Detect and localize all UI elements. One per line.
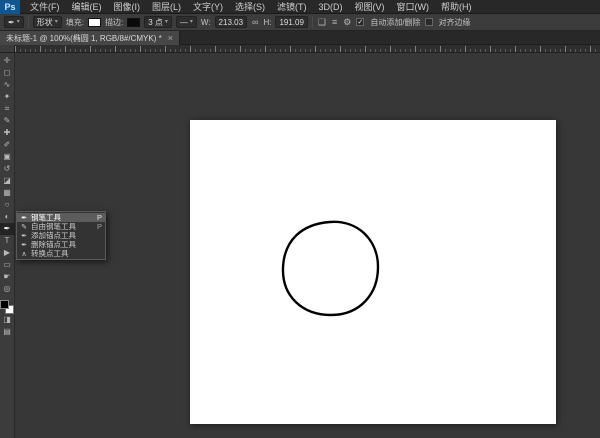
- chevron-down-icon: ▾: [54, 18, 58, 25]
- chevron-down-icon: ▾: [164, 18, 168, 25]
- stroke-swatch[interactable]: [127, 17, 141, 27]
- width-label: W:: [200, 17, 211, 27]
- chevron-down-icon: ▾: [189, 18, 193, 25]
- foreground-color-swatch[interactable]: [0, 300, 9, 309]
- freeform-pen-tool-icon: ✎: [21, 223, 27, 231]
- height-value: 191.09: [279, 17, 304, 27]
- tool-mode-value: 形状: [36, 17, 53, 27]
- eyedropper-tool[interactable]: ✎: [0, 115, 15, 127]
- photoshop-logo: Ps: [0, 0, 20, 14]
- clone-stamp-tool[interactable]: ▣: [0, 151, 15, 163]
- close-icon[interactable]: ×: [168, 34, 173, 43]
- delete-anchor-tool-icon: ✒: [21, 241, 27, 249]
- menu-filter[interactable]: 滤镜(T): [271, 0, 313, 14]
- tools-panel: ✛ ◻ ∿ ✦ ⌗ ✎ ✚ ✐ ▣ ↺ ◪ ▦ ○ ◐ ✒ T ▶ ▭ ☛ ◎ …: [0, 53, 15, 438]
- crop-tool[interactable]: ⌗: [0, 103, 15, 115]
- spot-healing-brush-tool[interactable]: ✚: [0, 127, 15, 139]
- menu-image[interactable]: 图像(I): [108, 0, 147, 14]
- pen-tool-icon: ✒: [21, 214, 27, 222]
- fill-swatch[interactable]: [87, 17, 101, 27]
- menu-help[interactable]: 帮助(H): [435, 0, 478, 14]
- pen-tool-icon: ✒: [8, 17, 15, 27]
- ruler-corner: [0, 45, 15, 53]
- menu-type[interactable]: 文字(Y): [187, 0, 229, 14]
- stroke-style-line-icon: —: [179, 17, 188, 27]
- document-tab-title: 未标题-1 @ 100%(椭圆 1, RGB/8#/CMYK) *: [6, 33, 162, 43]
- add-anchor-tool-icon: ✒: [21, 232, 27, 240]
- align-edges-label: 对齐边缘: [438, 17, 471, 27]
- menu-3d[interactable]: 3D(D): [313, 0, 349, 14]
- flyout-item-convert-point-tool[interactable]: ∧ 转换点工具: [17, 249, 105, 258]
- eraser-tool[interactable]: ◪: [0, 175, 15, 187]
- ellipse-shape: [281, 220, 380, 317]
- tool-preset-dropdown[interactable]: ✒ ▾: [4, 16, 24, 28]
- flyout-item-label: 转换点工具: [31, 249, 69, 258]
- gradient-tool[interactable]: ▦: [0, 187, 15, 199]
- stroke-width-field[interactable]: 3 点 ▾: [144, 16, 172, 28]
- stroke-width-value: 3 点: [148, 17, 163, 27]
- path-alignment-icon[interactable]: ≡: [331, 17, 338, 27]
- screen-mode-button[interactable]: ▤: [0, 326, 15, 338]
- separator: [27, 16, 29, 28]
- align-edges-checkbox[interactable]: [424, 18, 433, 26]
- menu-file[interactable]: 文件(F): [24, 0, 66, 14]
- menu-bar: Ps 文件(F) 编辑(E) 图像(I) 图层(L) 文字(Y) 选择(S) 滤…: [0, 0, 600, 14]
- quick-selection-tool[interactable]: ✦: [0, 91, 15, 103]
- menu-layer[interactable]: 图层(L): [146, 0, 187, 14]
- zoom-tool[interactable]: ◎: [0, 283, 15, 295]
- type-tool[interactable]: T: [0, 235, 15, 247]
- document-canvas[interactable]: [190, 120, 556, 424]
- auto-add-delete-checkbox[interactable]: ✓: [356, 18, 365, 26]
- history-brush-tool[interactable]: ↺: [0, 163, 15, 175]
- flyout-item-shortcut: P: [96, 213, 102, 222]
- move-tool[interactable]: ✛: [0, 55, 15, 67]
- dodge-tool[interactable]: ◐: [0, 211, 15, 223]
- quick-mask-button[interactable]: ◨: [0, 314, 15, 326]
- rectangle-tool[interactable]: ▭: [0, 259, 15, 271]
- chevron-down-icon: ▾: [16, 18, 20, 25]
- document-tab[interactable]: 未标题-1 @ 100%(椭圆 1, RGB/8#/CMYK) * ×: [0, 31, 180, 45]
- menu-view[interactable]: 视图(V): [349, 0, 391, 14]
- blur-tool[interactable]: ○: [0, 199, 15, 211]
- path-operations-icon[interactable]: ❏: [317, 17, 327, 28]
- lasso-tool[interactable]: ∿: [0, 79, 15, 91]
- document-tab-bar: 未标题-1 @ 100%(椭圆 1, RGB/8#/CMYK) * ×: [0, 31, 600, 45]
- separator: [311, 16, 313, 28]
- link-dimensions-icon[interactable]: ∞: [251, 17, 259, 27]
- height-field[interactable]: 191.09: [275, 16, 308, 28]
- pen-tool-flyout-menu: ✒ 钢笔工具 P ✎ 自由钢笔工具 P ✒ 添加锚点工具 ✒ 删除锚点工具 ∧ …: [16, 211, 106, 260]
- menu-select[interactable]: 选择(S): [229, 0, 271, 14]
- color-swatches: [0, 300, 14, 314]
- menu-edit[interactable]: 编辑(E): [66, 0, 108, 14]
- horizontal-ruler[interactable]: [15, 45, 600, 53]
- hand-tool[interactable]: ☛: [0, 271, 15, 283]
- width-field[interactable]: 213.03: [214, 16, 248, 28]
- width-value: 213.03: [218, 17, 244, 27]
- path-selection-tool[interactable]: ▶: [0, 247, 15, 259]
- convert-point-tool-icon: ∧: [21, 250, 27, 258]
- tool-options-bar: ✒ ▾ 形状 ▾ 填充: 描边: 3 点 ▾ — ▾ W: 213.03 ∞ H…: [0, 14, 600, 31]
- stroke-style-dropdown[interactable]: — ▾: [175, 16, 197, 28]
- tool-mode-select[interactable]: 形状 ▾: [32, 16, 62, 28]
- fill-label: 填充:: [65, 17, 84, 27]
- rectangular-marquee-tool[interactable]: ◻: [0, 67, 15, 79]
- ruler-major-ticks: [15, 46, 600, 52]
- brush-tool[interactable]: ✐: [0, 139, 15, 151]
- auto-add-delete-label: 自动添加/删除: [370, 17, 421, 27]
- height-label: H:: [263, 17, 272, 27]
- pen-tool[interactable]: ✒: [0, 223, 15, 235]
- menu-window[interactable]: 窗口(W): [391, 0, 436, 14]
- stroke-label: 描边:: [104, 17, 124, 27]
- gear-icon[interactable]: ⚙: [342, 17, 352, 28]
- photoshop-window: Ps 文件(F) 编辑(E) 图像(I) 图层(L) 文字(Y) 选择(S) 滤…: [0, 0, 600, 438]
